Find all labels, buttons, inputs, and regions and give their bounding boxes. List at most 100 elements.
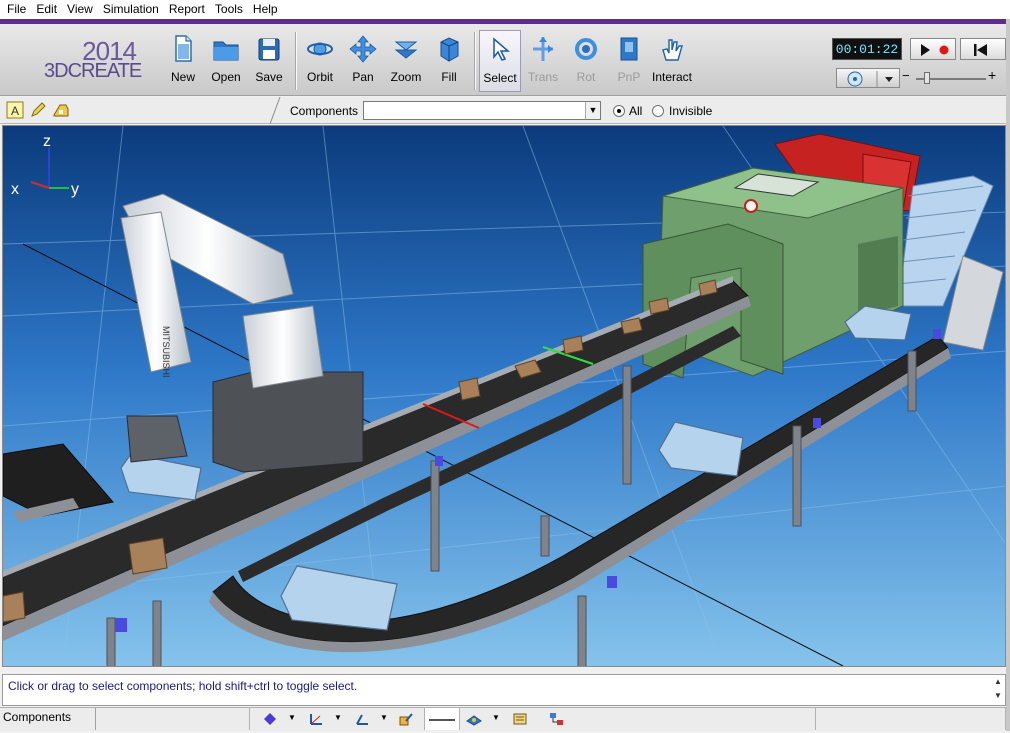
rot-button[interactable]: Rot (565, 30, 607, 92)
menu-bar: File Edit View Simulation Report Tools H… (0, 0, 1010, 19)
simulation-mode-dropdown[interactable] (836, 68, 900, 88)
toolbar-separator (474, 32, 475, 90)
snap-point-icon[interactable] (262, 711, 278, 727)
measure-tool-icon[interactable] (466, 711, 482, 727)
bottom-empty-segment (600, 708, 816, 730)
play-icon (921, 44, 949, 56)
pencil-icon[interactable] (29, 101, 47, 119)
app-logo: 2014 3DCREATE (36, 36, 146, 84)
translate-icon (533, 37, 553, 61)
status-scroll[interactable]: ▲ ▼ (991, 675, 1005, 705)
components-label: Components (290, 104, 359, 118)
toolbar-separator (295, 32, 296, 90)
measure-icon[interactable] (52, 101, 70, 119)
disc-icon (847, 71, 893, 87)
components-bar: A Components ▼ All Invisible (0, 97, 1006, 124)
trans-button[interactable]: Trans (522, 30, 564, 92)
3d-viewport[interactable]: z x y MITSUBISHI (2, 125, 1006, 667)
scene-canvas[interactable]: z x y MITSUBISHI (3, 126, 1006, 667)
fill-cube-icon (440, 37, 459, 62)
status-area: Click or drag to select components; hold… (2, 674, 1006, 706)
interact-button[interactable]: Interact (651, 30, 693, 92)
frame-dropdown-icon[interactable]: ▼ (334, 713, 342, 722)
radio-all[interactable] (613, 105, 625, 117)
new-document-icon (175, 35, 192, 62)
interact-hand-icon (662, 39, 683, 61)
radio-invisible[interactable] (652, 105, 664, 117)
menu-view[interactable]: View (62, 0, 98, 19)
new-button[interactable]: New (162, 30, 204, 92)
save-button-label: Save (255, 70, 283, 84)
simulation-panel: 00:01:22 − + (828, 32, 1006, 92)
bottom-bar: Components ▼ ▼ ▼ ▼ (0, 707, 1006, 731)
svg-text:A: A (11, 104, 19, 118)
parent-axis-icon[interactable] (398, 711, 414, 727)
fill-button-label: Fill (441, 70, 457, 84)
radio-all-label: All (629, 104, 643, 118)
speed-decrease[interactable]: − (902, 68, 910, 83)
world-axis-icon[interactable] (354, 711, 370, 727)
rewind-icon (974, 44, 987, 56)
components-dropdown[interactable]: ▼ (363, 101, 601, 120)
curve-style-box[interactable] (424, 708, 460, 730)
bottom-empty-segment (96, 708, 250, 730)
open-button-label: Open (211, 70, 241, 84)
plug-and-play-icon (620, 37, 638, 61)
menu-tools[interactable]: Tools (210, 0, 248, 19)
rotate-icon (575, 38, 597, 60)
simulation-time-display: 00:01:22 (832, 38, 902, 60)
floppy-disk-icon (258, 38, 280, 61)
frame-axis-icon[interactable] (308, 711, 324, 727)
logo-name: 3DCREATE (44, 60, 142, 82)
select-arrow-icon (493, 37, 511, 61)
zoom-button-label: Zoom (390, 70, 422, 84)
orbit-icon (307, 42, 333, 56)
menu-report[interactable]: Report (164, 0, 210, 19)
select-button-label: Select (483, 71, 517, 85)
pan-button-label: Pan (352, 70, 374, 84)
snap-dropdown-icon[interactable]: ▼ (288, 713, 296, 722)
menu-edit[interactable]: Edit (31, 0, 62, 19)
interact-button-label: Interact (651, 70, 693, 84)
pan-arrows-icon (349, 35, 377, 63)
select-button[interactable]: Select (479, 30, 521, 92)
pnp-button-label: PnP (617, 70, 641, 84)
pnp-button[interactable]: PnP (608, 30, 650, 92)
orbit-button[interactable]: Orbit (299, 30, 341, 92)
world-dropdown-icon[interactable]: ▼ (380, 713, 388, 722)
pan-button[interactable]: Pan (342, 30, 384, 92)
rewind-button[interactable] (960, 38, 1006, 60)
menu-file[interactable]: File (2, 0, 31, 19)
components-tab[interactable]: Components (0, 708, 96, 730)
network-icon[interactable] (548, 711, 564, 727)
new-button-label: New (170, 70, 195, 84)
bar-divider (269, 97, 281, 124)
axis-z-label: z (43, 133, 51, 150)
text-annotation-icon[interactable]: A (6, 101, 24, 119)
curve-line-icon (429, 719, 455, 721)
zoom-icon (394, 41, 418, 59)
fill-button[interactable]: Fill (428, 30, 470, 92)
properties-icon[interactable] (512, 711, 528, 727)
open-button[interactable]: Open (205, 30, 247, 92)
bottom-status-segment (816, 708, 1006, 730)
main-toolbar: 2014 3DCREATE New Open Save Orbit Pan Zo… (0, 24, 1006, 96)
speed-slider-thumb[interactable] (924, 72, 930, 84)
trans-button-label: Trans (527, 70, 559, 84)
play-record-button[interactable] (910, 38, 956, 60)
axis-x-label: x (11, 181, 19, 198)
measure-dropdown-icon[interactable]: ▼ (492, 713, 500, 722)
robot-brand-label: MITSUBISHI (161, 326, 171, 378)
menu-help[interactable]: Help (248, 0, 283, 19)
chevron-down-icon[interactable]: ▼ (585, 102, 600, 119)
save-button[interactable]: Save (248, 30, 290, 92)
orbit-button-label: Orbit (306, 70, 333, 84)
window-right-border (1006, 19, 1010, 731)
folder-open-icon (213, 41, 239, 61)
speed-increase[interactable]: + (988, 67, 996, 83)
menu-simulation[interactable]: Simulation (98, 0, 164, 19)
radio-invisible-label: Invisible (669, 104, 713, 118)
rot-button-label: Rot (576, 70, 596, 84)
zoom-button[interactable]: Zoom (385, 30, 427, 92)
status-message: Click or drag to select components; hold… (8, 679, 358, 693)
